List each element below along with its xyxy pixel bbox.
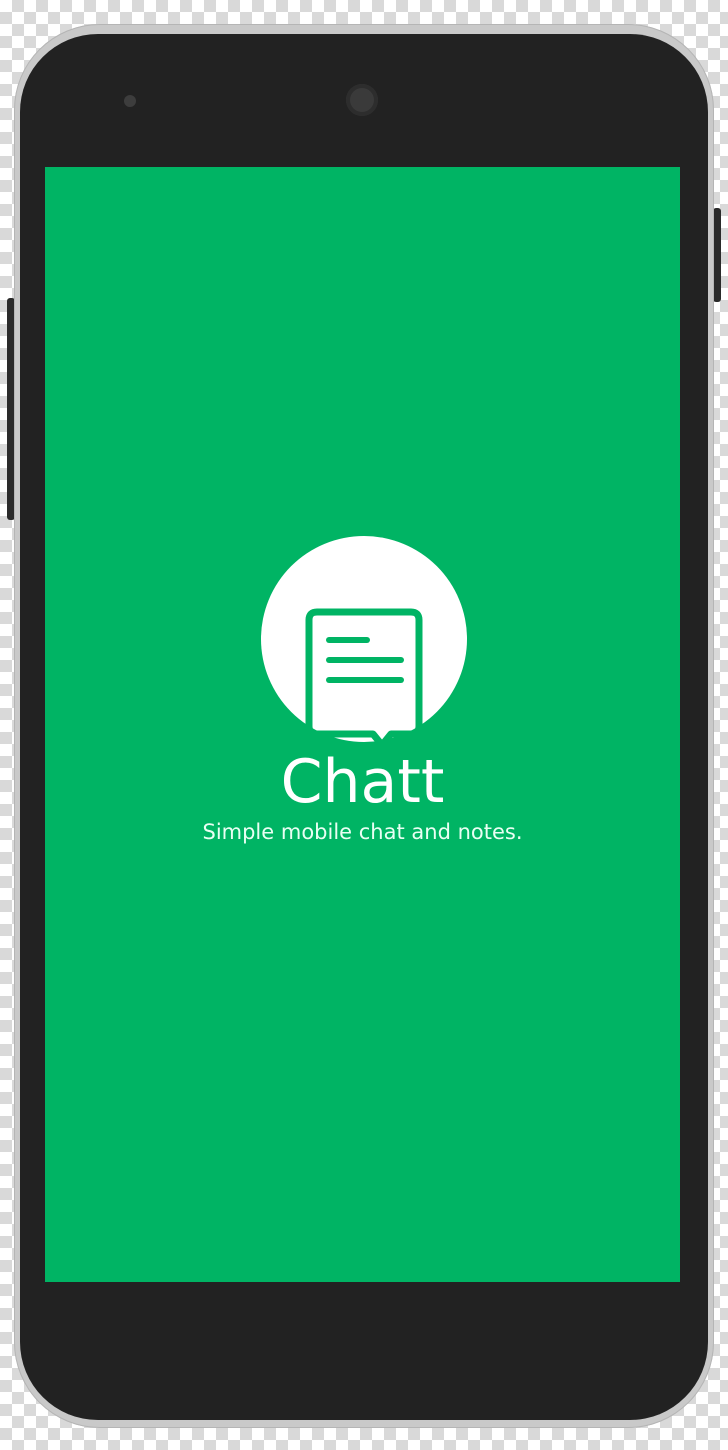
app-title: Chatt	[280, 747, 445, 817]
power-button	[713, 208, 721, 302]
app-tagline: Simple mobile chat and notes.	[202, 820, 523, 844]
chat-bubble-icon	[305, 608, 423, 742]
proximity-sensor	[124, 95, 136, 107]
app-logo	[261, 536, 467, 742]
splash-screen: Chatt Simple mobile chat and notes.	[45, 167, 680, 1282]
front-camera	[346, 84, 378, 116]
